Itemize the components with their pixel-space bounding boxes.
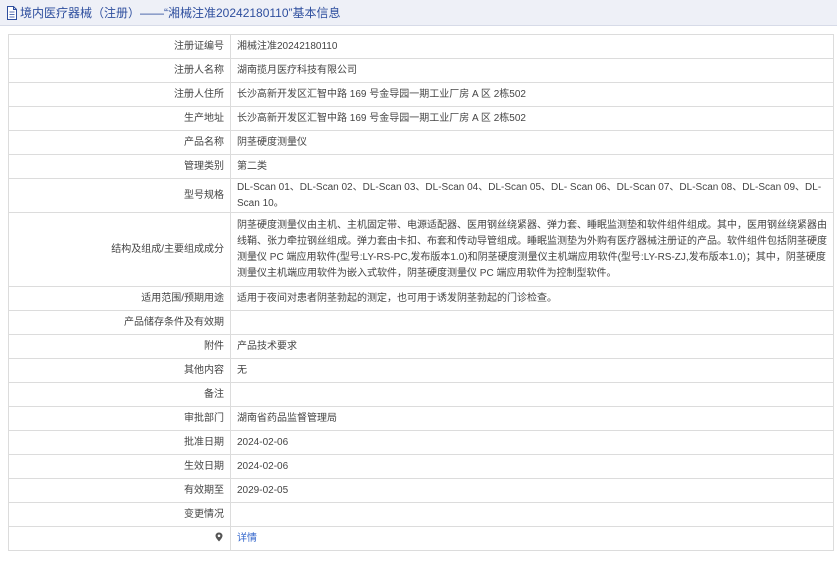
row-label: 注册人名称 bbox=[8, 58, 231, 83]
table-row: 产品名称 阴茎硬度测量仪 bbox=[8, 130, 834, 155]
location-pin-icon bbox=[215, 532, 223, 542]
row-value: 湘械注准20242180110 bbox=[230, 34, 834, 59]
info-table: 注册证编号 湘械注准20242180110 注册人名称 湖南揽月医疗科技有限公司… bbox=[8, 34, 834, 551]
row-label: 审批部门 bbox=[8, 406, 231, 431]
row-value: 无 bbox=[230, 358, 834, 383]
row-label: 附件 bbox=[8, 334, 231, 359]
table-row: 产品储存条件及有效期 bbox=[8, 310, 834, 335]
details-link[interactable]: 详情 bbox=[237, 533, 257, 544]
row-label: 生产地址 bbox=[8, 106, 231, 131]
row-label: 注册证编号 bbox=[8, 34, 231, 59]
row-label bbox=[8, 526, 231, 551]
table-row: 其他内容 无 bbox=[8, 358, 834, 383]
table-row: 注册人名称 湖南揽月医疗科技有限公司 bbox=[8, 58, 834, 83]
row-value: 长沙高新开发区汇智中路 169 号金导园一期工业厂房 A 区 2栋502 bbox=[230, 106, 834, 131]
table-row: 注册证编号 湘械注准20242180110 bbox=[8, 34, 834, 59]
table-row: 生产地址 长沙高新开发区汇智中路 169 号金导园一期工业厂房 A 区 2栋50… bbox=[8, 106, 834, 131]
row-value: 详情 bbox=[230, 526, 834, 551]
table-row: 生效日期 2024-02-06 bbox=[8, 454, 834, 479]
table-row: 详情 bbox=[8, 526, 834, 551]
table-row: 适用范围/预期用途 适用于夜间对患者阴茎勃起的测定，也可用于诱发阴茎勃起的门诊检… bbox=[8, 286, 834, 311]
info-panel: 注册证编号 湘械注准20242180110 注册人名称 湖南揽月医疗科技有限公司… bbox=[8, 34, 834, 551]
row-label: 适用范围/预期用途 bbox=[8, 286, 231, 311]
row-value: 适用于夜间对患者阴茎勃起的测定，也可用于诱发阴茎勃起的门诊检查。 bbox=[230, 286, 834, 311]
row-label: 产品名称 bbox=[8, 130, 231, 155]
row-value: 阴茎硬度测量仪由主机、主机固定带、电源适配器、医用钢丝绕紧器、弹力套、睡眠监测垫… bbox=[230, 212, 834, 287]
row-value: 2024-02-06 bbox=[230, 454, 834, 479]
row-value bbox=[230, 502, 834, 527]
row-label: 生效日期 bbox=[8, 454, 231, 479]
table-row: 型号规格 DL-Scan 01、DL-Scan 02、DL-Scan 03、DL… bbox=[8, 178, 834, 213]
table-row: 备注 bbox=[8, 382, 834, 407]
table-row: 注册人住所 长沙高新开发区汇智中路 169 号金导园一期工业厂房 A 区 2栋5… bbox=[8, 82, 834, 107]
row-label: 备注 bbox=[8, 382, 231, 407]
row-label: 有效期至 bbox=[8, 478, 231, 503]
row-value: 第二类 bbox=[230, 154, 834, 179]
table-row: 审批部门 湖南省药品监督管理局 bbox=[8, 406, 834, 431]
row-value: 湖南揽月医疗科技有限公司 bbox=[230, 58, 834, 83]
table-row: 附件 产品技术要求 bbox=[8, 334, 834, 359]
row-label: 结构及组成/主要组成成分 bbox=[8, 212, 231, 287]
row-label: 产品储存条件及有效期 bbox=[8, 310, 231, 335]
row-label: 其他内容 bbox=[8, 358, 231, 383]
page-title: 境内医疗器械（注册）——“湘械注准20242180110”基本信息 bbox=[20, 6, 341, 20]
row-label: 变更情况 bbox=[8, 502, 231, 527]
row-label: 注册人住所 bbox=[8, 82, 231, 107]
row-value: 2024-02-06 bbox=[230, 430, 834, 455]
row-label: 批准日期 bbox=[8, 430, 231, 455]
table-row: 结构及组成/主要组成成分 阴茎硬度测量仪由主机、主机固定带、电源适配器、医用钢丝… bbox=[8, 212, 834, 287]
document-icon bbox=[6, 5, 18, 20]
table-row: 批准日期 2024-02-06 bbox=[8, 430, 834, 455]
row-value: 长沙高新开发区汇智中路 169 号金导园一期工业厂房 A 区 2栋502 bbox=[230, 82, 834, 107]
table-row: 有效期至 2029-02-05 bbox=[8, 478, 834, 503]
row-value: 湖南省药品监督管理局 bbox=[230, 406, 834, 431]
table-row: 管理类别 第二类 bbox=[8, 154, 834, 179]
row-value bbox=[230, 310, 834, 335]
row-value: 产品技术要求 bbox=[230, 334, 834, 359]
row-value bbox=[230, 382, 834, 407]
row-label: 型号规格 bbox=[8, 178, 231, 213]
row-value: 2029-02-05 bbox=[230, 478, 834, 503]
table-row: 变更情况 bbox=[8, 502, 834, 527]
row-value: DL-Scan 01、DL-Scan 02、DL-Scan 03、DL-Scan… bbox=[230, 178, 834, 213]
row-value: 阴茎硬度测量仪 bbox=[230, 130, 834, 155]
page-header: 境内医疗器械（注册）——“湘械注准20242180110”基本信息 bbox=[0, 0, 837, 26]
row-label: 管理类别 bbox=[8, 154, 231, 179]
